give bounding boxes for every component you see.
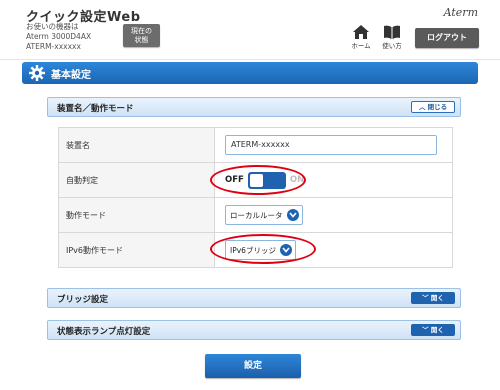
chevron-down-icon bbox=[286, 209, 299, 221]
book-icon bbox=[384, 25, 400, 39]
device-name-input[interactable]: ATERM-xxxxxx bbox=[225, 135, 437, 155]
op-mode-select[interactable]: ローカルルータ bbox=[225, 205, 303, 225]
status-button-label-1: 現在の bbox=[131, 27, 152, 35]
status-button-label-2: 状態 bbox=[134, 36, 149, 44]
device-name-label: 装置名 bbox=[58, 127, 215, 163]
highlight-auto-detect bbox=[210, 165, 306, 195]
home-icon bbox=[353, 25, 369, 39]
op-mode-label: 動作モード bbox=[58, 197, 215, 233]
table-row: 動作モード ローカルルータ bbox=[58, 197, 453, 233]
header: クイック設定Web お使いの機器は Aterm 3000D4AX ATERM-x… bbox=[0, 0, 500, 60]
page-title: 基本設定 bbox=[51, 70, 91, 81]
section-device-mode: 装置名／動作モード ︿ 閉じる bbox=[47, 97, 461, 117]
device-info: お使いの機器は Aterm 3000D4AX ATERM-xxxxxx bbox=[26, 22, 91, 52]
page-title-bar: 基本設定 bbox=[22, 62, 478, 84]
ipv6-mode-label: IPv6動作モード bbox=[58, 232, 215, 268]
collapse-label: 閉じる bbox=[427, 103, 448, 111]
expand-label: 開く bbox=[430, 294, 444, 302]
highlight-ipv6-mode bbox=[210, 234, 316, 264]
current-status-button[interactable]: 現在の 状態 bbox=[123, 24, 160, 47]
expand-label: 開く bbox=[430, 326, 444, 334]
collapse-button[interactable]: ︿ 閉じる bbox=[411, 101, 455, 113]
logout-button[interactable]: ログアウト bbox=[415, 28, 479, 48]
op-mode-cell: ローカルルータ bbox=[214, 197, 453, 233]
device-info-line: お使いの機器は bbox=[26, 22, 79, 31]
section-bridge: ブリッジ設定 ﹀ 開く bbox=[47, 288, 461, 308]
chevron-down-icon: ﹀ bbox=[422, 326, 429, 334]
device-name-cell: ATERM-xxxxxx bbox=[214, 127, 453, 163]
device-model: Aterm 3000D4AX bbox=[26, 32, 92, 41]
home-nav[interactable]: ホーム bbox=[349, 25, 373, 50]
section-title: 装置名／動作モード bbox=[57, 104, 134, 114]
device-name: ATERM-xxxxxx bbox=[26, 42, 81, 51]
table-row: 装置名 ATERM-xxxxxx bbox=[58, 127, 453, 163]
home-label: ホーム bbox=[351, 42, 371, 50]
expand-button[interactable]: ﹀ 開く bbox=[411, 292, 455, 304]
section-title: 状態表示ランプ点灯設定 bbox=[57, 327, 151, 337]
gear-icon bbox=[29, 65, 45, 81]
submit-button[interactable]: 設定 bbox=[205, 354, 301, 378]
auto-detect-label: 自動判定 bbox=[58, 162, 215, 198]
brand-logo: Aterm bbox=[443, 6, 478, 19]
help-nav[interactable]: 使い方 bbox=[380, 25, 404, 50]
section-lamp: 状態表示ランプ点灯設定 ﹀ 開く bbox=[47, 320, 461, 340]
chevron-up-icon: ︿ bbox=[418, 103, 426, 111]
expand-button[interactable]: ﹀ 開く bbox=[411, 324, 455, 336]
help-label: 使い方 bbox=[382, 42, 402, 50]
chevron-down-icon: ﹀ bbox=[422, 294, 429, 302]
op-mode-value: ローカルルータ bbox=[230, 210, 283, 220]
section-title: ブリッジ設定 bbox=[57, 295, 109, 305]
